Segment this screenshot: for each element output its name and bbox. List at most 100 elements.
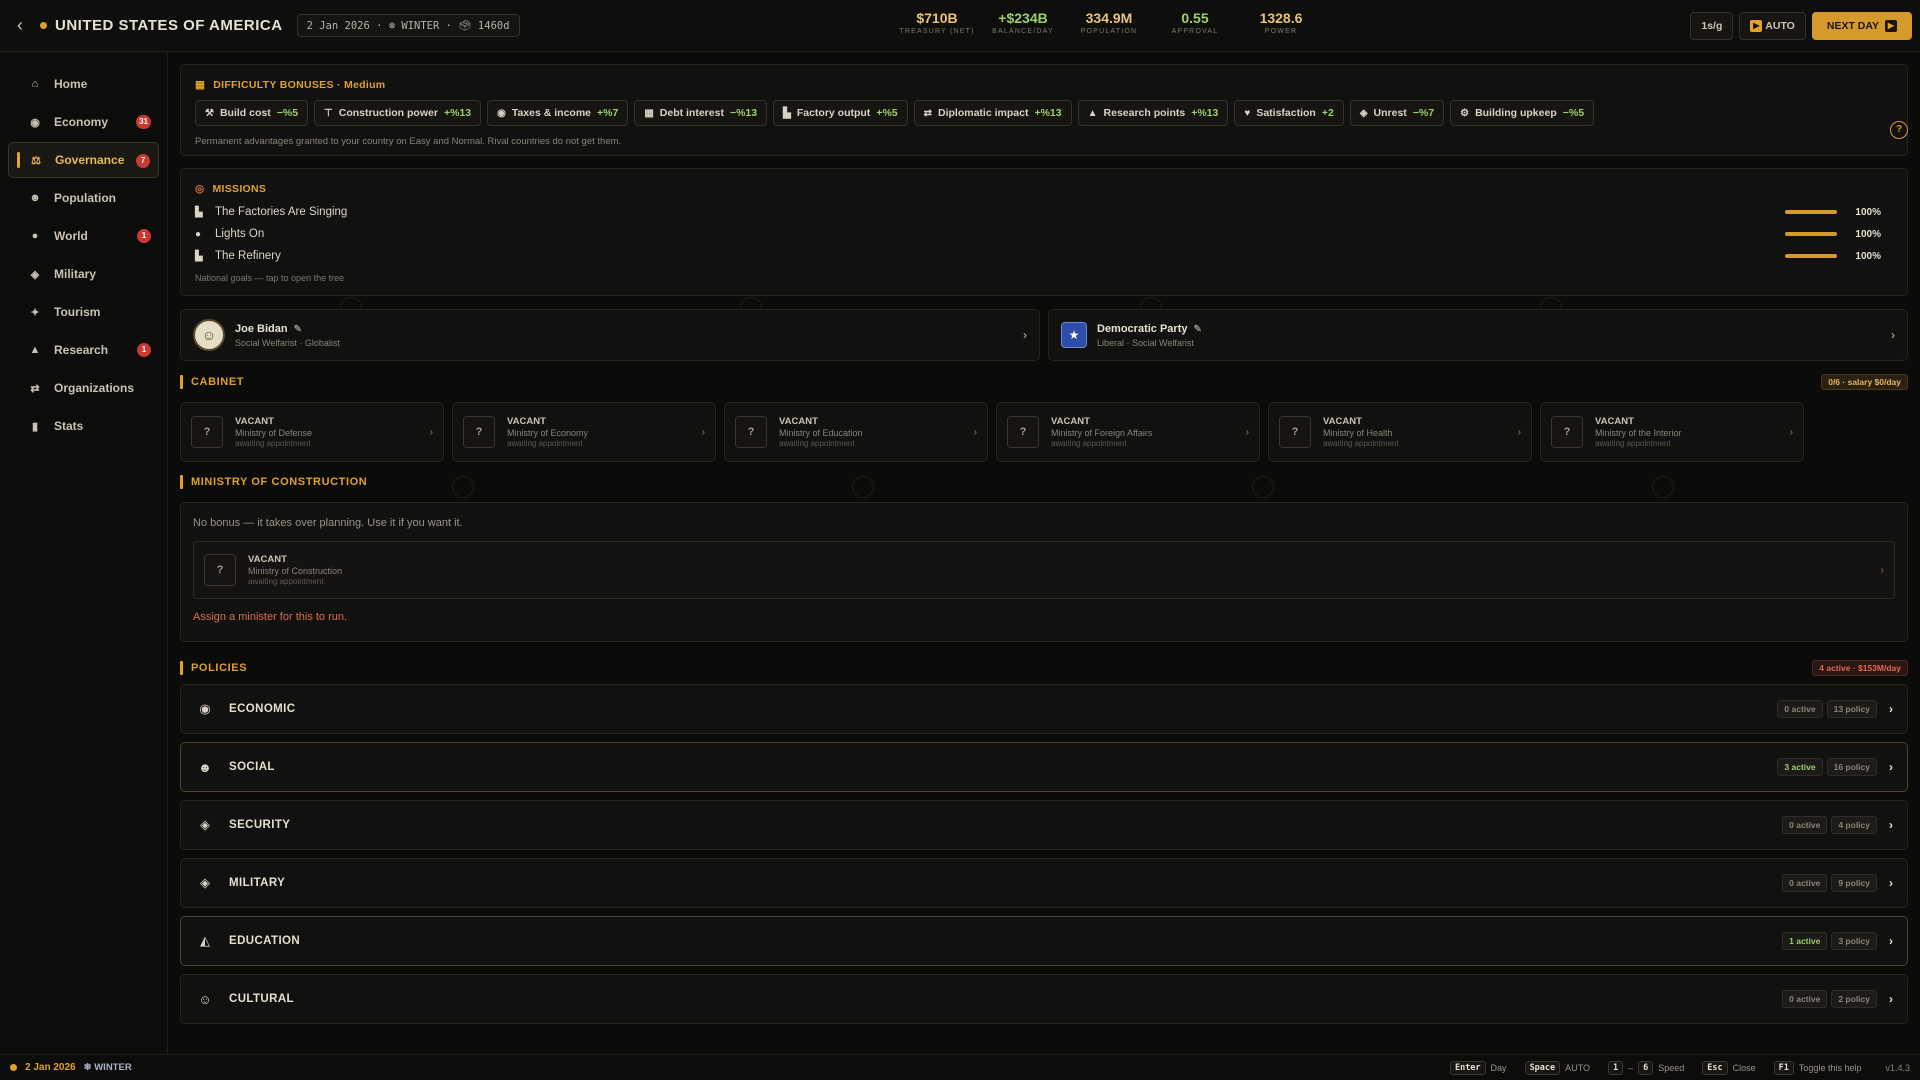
active-count-badge: 3 active (1777, 758, 1823, 776)
policy-count-badge: 4 policy (1831, 816, 1877, 834)
mission-item[interactable]: ▙ The Refinery 100% (195, 245, 1893, 267)
leader-card[interactable]: ☺ Joe Bidan ✎ Social Welfarist · Globalis… (180, 309, 1040, 361)
pencil-icon[interactable]: ✎ (294, 324, 302, 335)
policy-category-name: EDUCATION (229, 935, 301, 947)
bonus-name: Factory output (796, 107, 871, 119)
auto-button[interactable]: ▶ AUTO (1739, 12, 1806, 40)
chevron-right-icon: › (1889, 760, 1893, 774)
key-range-separator: – (1628, 1062, 1634, 1073)
unknown-minister-icon: ? (735, 416, 767, 448)
sidebar-item-label: World (54, 229, 88, 243)
cabinet-slot[interactable]: ? VACANT Ministry of the Interior awaiting … (1540, 402, 1804, 462)
construction-warning: Assign a minister for this to run. (193, 611, 348, 623)
policy-category-education[interactable]: ◭ EDUCATION 1 active 3 policy › (180, 916, 1908, 966)
sidebar-item-organizations[interactable]: ⇄ Organizations (8, 370, 159, 406)
key-cap: Enter (1449, 1060, 1486, 1075)
play-icon: ▶ (1885, 20, 1897, 32)
slot-await: awaiting appointment (507, 439, 583, 448)
cabinet-slot[interactable]: ? VACANT Ministry of Economy awaiting appoi… (452, 402, 716, 462)
sidebar-item-stats[interactable]: ▮ Stats (8, 408, 159, 444)
policy-category-cultural[interactable]: ☺ CULTURAL 0 active 2 policy › (180, 974, 1908, 1024)
slot-await: awaiting appointment (248, 577, 324, 586)
hammer-icon: ⚒ (205, 107, 214, 119)
next-day-label: NEXT DAY (1826, 20, 1879, 32)
bonus-name: Satisfaction (1256, 107, 1316, 119)
stat-label: BALANCE/DAY (992, 28, 1054, 35)
stat-value: 1328.6 (1259, 10, 1303, 26)
bonus-chips: ⚒ Build cost −%5 ⊤ Construction power +%13 ◉ Ta… (195, 100, 1893, 126)
bonus-name: Research points (1103, 107, 1186, 119)
country-title: UNITED STATES OF AMERICA (55, 17, 283, 34)
policy-category-name: SECURITY (229, 819, 291, 831)
cabinet-slot[interactable]: ? VACANT Ministry of Foreign Affairs awaiti… (996, 402, 1260, 462)
policy-category-name: CULTURAL (229, 993, 294, 1005)
sidebar-item-research[interactable]: ▲ Research 1 (8, 332, 159, 368)
mission-percent: 100% (1855, 250, 1881, 262)
bonus-name: Debt interest (659, 107, 724, 119)
sidebar-item-military[interactable]: ◈ Military (8, 256, 159, 292)
scales-icon: ⚖ (31, 154, 41, 167)
policy-category-social[interactable]: ☻ SOCIAL 3 active 16 policy › (180, 742, 1908, 792)
bonus-chip: ▦ Debt interest −%13 (634, 100, 768, 126)
bonus-value: +%13 (443, 107, 472, 119)
policies-header: POLICIES 4 active · $153M/day (180, 660, 1908, 676)
flask-icon: ▲ (1087, 107, 1098, 119)
top-controls: 1s/g ▶ AUTO NEXT DAY ▶ (1690, 12, 1912, 40)
status-date: 2 Jan 2026 (25, 1062, 76, 1073)
policy-tags: 0 active 2 policy › (1782, 990, 1893, 1008)
party-ideology: Liberal · Social Welfarist (1097, 337, 1194, 348)
people-icon: ☻ (29, 192, 41, 204)
bonus-name: Building upkeep (1475, 107, 1557, 119)
help-icon[interactable]: ? (1890, 121, 1908, 139)
policies-title: POLICIES (191, 662, 248, 674)
sidebar-item-tourism[interactable]: ✦ Tourism (8, 294, 159, 330)
missions-note: National goals — tap to open the tree (195, 273, 345, 283)
policy-count-badge: 2 policy (1831, 990, 1877, 1008)
policies-cost-badge: 4 active · $153M/day (1812, 660, 1908, 676)
policy-category-security[interactable]: ◈ SECURITY 0 active 4 policy › (180, 800, 1908, 850)
cabinet-slot[interactable]: ? VACANT Ministry of Education awaiting app… (724, 402, 988, 462)
stat-value: 334.9M (1085, 10, 1133, 26)
mission-item[interactable]: ▙ The Factories Are Singing 100% (195, 201, 1893, 223)
chevron-right-icon: › (973, 426, 977, 438)
factory-icon: ▙ (195, 250, 203, 262)
sidebar-item-label: Economy (54, 115, 109, 129)
cabinet-slot[interactable]: ? VACANT Ministry of Defense awaiting appoi… (180, 402, 444, 462)
speed-button[interactable]: 1s/g (1690, 12, 1734, 40)
mission-name: The Refinery (215, 250, 281, 262)
sidebar-item-population[interactable]: ☻ Population (8, 180, 159, 216)
sidebar-item-economy[interactable]: ◉ Economy 31 (8, 104, 159, 140)
chevron-right-icon: › (1891, 328, 1895, 342)
missions-panel[interactable]: ◎ MISSIONS ▙ The Factories Are Singing 100… (180, 168, 1908, 296)
chevron-right-icon: › (1889, 992, 1893, 1006)
construction-minister-slot[interactable]: ? VACANT Ministry of Construction awaiti… (193, 541, 1895, 599)
bonus-name: Diplomatic impact (938, 107, 1029, 119)
people-icon: ☻ (198, 759, 212, 775)
bonus-value: −%13 (729, 107, 758, 119)
bonus-name: Construction power (338, 107, 438, 119)
bank-icon: ▦ (195, 79, 206, 91)
construction-title: MINISTRY OF CONSTRUCTION (191, 476, 368, 488)
next-day-button[interactable]: NEXT DAY ▶ (1811, 12, 1912, 40)
leader-ideology: Social Welfarist · Globalist (235, 337, 340, 348)
sidebar-item-world[interactable]: ● World 1 (8, 218, 159, 254)
policy-category-economic[interactable]: ◉ ECONOMIC 0 active 13 policy › (180, 684, 1908, 734)
cabinet-slot[interactable]: ? VACANT Ministry of Health awaiting appoin… (1268, 402, 1532, 462)
unknown-minister-icon: ? (1279, 416, 1311, 448)
back-arrow-icon[interactable]: ‹ (0, 0, 40, 52)
chevron-right-icon: › (429, 426, 433, 438)
difficulty-title: ▦ DIFFICULTY BONUSES · Medium (195, 79, 1893, 91)
policy-category-military[interactable]: ◈ MILITARY 0 active 9 policy › (180, 858, 1908, 908)
mission-item[interactable]: ● Lights On 100% (195, 223, 1893, 245)
unknown-minister-icon: ? (1007, 416, 1039, 448)
construction-panel: No bonus — it takes over planning. Use i… (180, 502, 1908, 642)
sidebar-item-governance[interactable]: ⚖ Governance 7 (8, 142, 159, 178)
bonus-chip: ⚙ Building upkeep −%5 (1450, 100, 1595, 126)
party-card[interactable]: ★ Democratic Party ✎ Liberal · Social Wel… (1048, 309, 1908, 361)
pencil-icon[interactable]: ✎ (1194, 324, 1202, 335)
slot-role: Ministry of Defense (235, 428, 313, 438)
sidebar-item-home[interactable]: ⌂ Home (8, 66, 159, 102)
active-count-badge: 1 active (1782, 932, 1828, 950)
stat-value: 0.55 (1181, 10, 1209, 26)
bar-chart-icon: ▮ (31, 420, 39, 433)
